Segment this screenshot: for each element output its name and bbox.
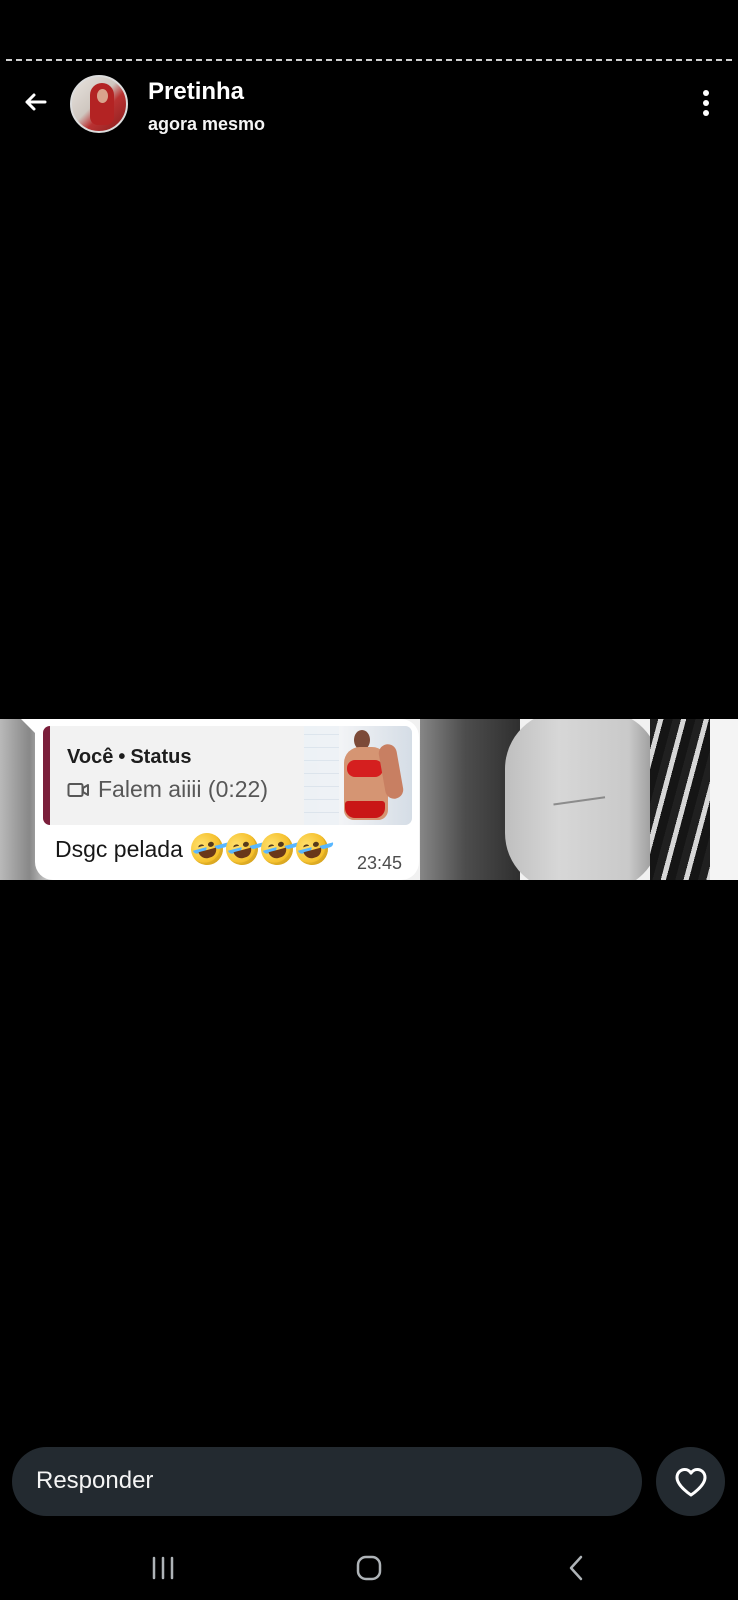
quoted-video-caption-row: Falem aiiii (0:22) xyxy=(67,776,268,803)
thumbnail-tile-wall xyxy=(304,726,339,825)
message-line: Dsgc pelada xyxy=(55,829,332,869)
rolling-on-the-floor-laughing-icon xyxy=(257,829,297,869)
quoted-status-preview[interactable]: Você • Status Falem aiiii (0:22) xyxy=(43,726,412,825)
recent-apps-button[interactable] xyxy=(139,1544,187,1592)
video-icon xyxy=(67,782,89,797)
message-bubble: Você • Status Falem aiiii (0:22) Dsgc pela… xyxy=(21,719,419,880)
status-viewer-screen: Pretinha agora mesmo Você • Status Falem… xyxy=(0,0,738,1600)
message-text: Dsgc pelada xyxy=(55,835,183,862)
rolling-on-the-floor-laughing-icon xyxy=(187,829,227,869)
contact-name[interactable]: Pretinha xyxy=(148,78,244,106)
rolling-on-the-floor-laughing-icon xyxy=(292,829,332,869)
background-edge xyxy=(710,719,738,880)
more-vertical-icon xyxy=(703,90,709,116)
more-options-button[interactable] xyxy=(692,85,720,121)
quoted-sender: Você xyxy=(67,746,114,768)
quote-accent-bar xyxy=(43,726,50,825)
thumbnail-red-bottom xyxy=(345,801,385,818)
rolling-on-the-floor-laughing-icon xyxy=(222,829,262,869)
emoji-group xyxy=(187,829,332,869)
back-button[interactable] xyxy=(17,84,53,120)
quoted-context: Status xyxy=(130,746,192,768)
status-time: agora mesmo xyxy=(148,114,266,134)
status-header: Pretinha agora mesmo xyxy=(0,70,738,142)
android-navigation-bar xyxy=(0,1536,738,1600)
message-time: 23:45 xyxy=(356,853,402,873)
avatar-face-shape xyxy=(97,89,108,103)
like-button[interactable] xyxy=(656,1447,725,1516)
system-back-button[interactable] xyxy=(552,1544,600,1592)
status-progress-bar xyxy=(6,59,732,61)
reply-placeholder: Responder xyxy=(36,1467,154,1494)
heart-icon xyxy=(675,1467,706,1496)
reply-input[interactable]: Responder xyxy=(12,1447,642,1516)
recent-apps-icon xyxy=(152,1556,174,1580)
home-icon xyxy=(356,1555,382,1581)
avatar[interactable] xyxy=(70,75,128,133)
quoted-video-caption: Falem aiiii (0:22) xyxy=(98,776,268,802)
status-thumbnail xyxy=(304,726,412,825)
quoted-separator: • xyxy=(118,746,126,768)
home-button[interactable] xyxy=(345,1544,393,1592)
back-arrow-icon xyxy=(25,93,47,111)
quoted-status-title: Você • Status xyxy=(67,746,191,769)
thumbnail-red-top xyxy=(347,760,383,777)
chevron-left-icon xyxy=(569,1555,583,1581)
